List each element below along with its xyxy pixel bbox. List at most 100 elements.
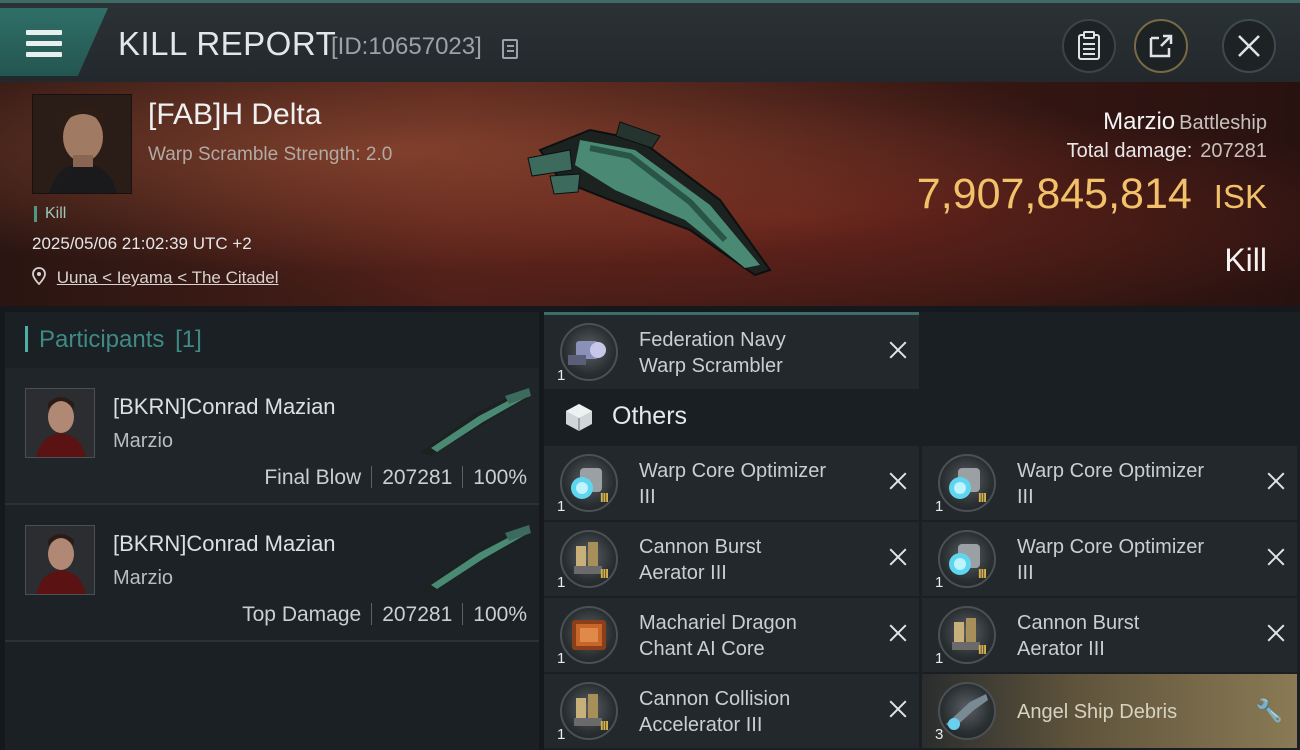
total-damage-value: 207281 — [1200, 140, 1267, 162]
isk-value: 7,907,845,814 ISK — [917, 170, 1267, 219]
cannon-burst-aerator-icon — [560, 530, 618, 588]
item-name-line1: Federation Navy — [639, 329, 786, 351]
victim-ship-name: Marzio — [1103, 108, 1176, 135]
victim-portrait[interactable] — [32, 94, 132, 194]
total-damage: Total damage: 207281 — [1067, 140, 1267, 163]
participants-panel: Participants [1] [BKRN]Conrad Mazian Mar… — [5, 312, 539, 750]
participant-role: Final Blow — [264, 466, 362, 489]
others-label: Others — [612, 402, 688, 430]
cannon-collision-accelerator-icon — [560, 682, 618, 740]
item-name-line1: Cannon Burst — [1017, 612, 1140, 634]
cube-icon — [566, 404, 592, 431]
clipboard-icon — [1078, 31, 1100, 60]
destroyed-icon — [889, 624, 907, 642]
item-slot[interactable]: 1 Machariel Dragon Chant AI Core — [544, 598, 919, 672]
item-name: Cannon Burst Aerator III — [1017, 610, 1247, 662]
item-name-line1: Machariel Dragon — [639, 612, 797, 634]
page-title: KILL REPORT — [118, 25, 337, 62]
participant-role: Top Damage — [242, 603, 362, 626]
item-name-line2: Aerator III — [1017, 638, 1105, 660]
kill-datetime: 2025/05/06 21:02:39 UTC +2 — [32, 234, 252, 253]
item-quantity: 3 — [935, 726, 944, 743]
participant-percent: 100% — [473, 466, 527, 489]
kill-type: Kill — [1224, 242, 1267, 278]
item-tier: III — [600, 718, 609, 733]
item-slot[interactable]: 1 III Warp Core Optimizer III — [922, 446, 1297, 520]
item-name-line2: Accelerator III — [639, 714, 763, 736]
item-name: Angel Ship Debris — [1017, 701, 1178, 723]
item-slot[interactable]: 1 Federation Navy Warp Scrambler — [544, 315, 919, 389]
clipboard-button[interactable] — [1062, 19, 1116, 73]
participant-damage: 207281 — [382, 603, 453, 626]
warp-scramble-strength: Warp Scramble Strength: 2.0 — [148, 144, 393, 165]
items-panel: 1 Federation Navy Warp Scrambler Others 1… — [544, 312, 1300, 750]
item-name: Cannon Collision Accelerator III — [639, 686, 869, 738]
item-name-line1: Cannon Collision — [639, 688, 791, 710]
share-icon — [1149, 34, 1173, 58]
menu-button[interactable] — [0, 8, 108, 76]
warp-core-optimizer-icon — [560, 454, 618, 512]
participant-ship: Marzio — [113, 567, 174, 589]
kill-banner: [FAB]H Delta Warp Scramble Strength: 2.0… — [0, 82, 1300, 306]
participant-avatar — [25, 525, 95, 595]
item-name-line2: Warp Scrambler — [639, 355, 783, 377]
kill-tag: Kill — [34, 206, 66, 222]
participant-percent: 100% — [473, 603, 527, 626]
participant-name: [BKRN]Conrad Mazian — [113, 394, 336, 419]
item-quantity: 1 — [557, 574, 566, 591]
item-name: Warp Core Optimizer III — [639, 458, 869, 510]
item-slot[interactable]: 3 Angel Ship Debris 🔧 — [922, 674, 1297, 748]
participants-label: Participants — [39, 326, 165, 353]
item-name-line1: Warp Core Optimizer — [1017, 460, 1205, 482]
item-slot[interactable]: 1 III Cannon Collision Accelerator III — [544, 674, 919, 748]
copy-icon[interactable] — [502, 39, 518, 59]
item-name-line1: Warp Core Optimizer — [1017, 536, 1205, 558]
menu-icon — [26, 30, 62, 58]
isk-amount: 7,907,845,814 — [916, 170, 1192, 218]
ai-core-icon — [560, 606, 618, 664]
item-name: Machariel Dragon Chant AI Core — [639, 610, 869, 662]
isk-unit: ISK — [1213, 178, 1267, 215]
top-bar: KILL REPORT [ID:10657023] — [0, 0, 1300, 82]
item-tier: III — [978, 642, 987, 657]
item-tier: III — [978, 566, 987, 581]
item-quantity: 1 — [935, 650, 944, 667]
close-button[interactable] — [1222, 19, 1276, 73]
participant-ship-image — [421, 388, 531, 456]
kill-location: Uuna < Ieyama < The Citadel — [32, 267, 279, 288]
participants-header: Participants [1] — [5, 312, 539, 368]
destroyed-icon — [1267, 548, 1285, 566]
report-id: [ID:10657023] — [331, 33, 482, 60]
item-name-line2: III — [1017, 486, 1034, 508]
warp-scrambler-icon — [560, 323, 618, 381]
close-icon — [1238, 35, 1260, 57]
participants-count: [1] — [175, 326, 202, 353]
item-slot[interactable]: 1 III Warp Core Optimizer III — [544, 446, 919, 520]
item-quantity: 1 — [557, 367, 566, 384]
share-button[interactable] — [1134, 19, 1188, 73]
participant-stats: Final Blow 207281 100% — [264, 466, 527, 490]
victim-avatar — [33, 95, 131, 193]
warp-core-optimizer-icon — [938, 530, 996, 588]
item-name-line1: Cannon Burst — [639, 536, 762, 558]
participant-avatar — [25, 388, 95, 458]
participant-row[interactable]: [BKRN]Conrad Mazian Marzio Final Blow 207… — [5, 368, 539, 505]
item-slot[interactable]: 1 III Cannon Burst Aerator III — [544, 522, 919, 596]
item-name: Federation Navy Warp Scrambler — [639, 327, 869, 379]
item-quantity: 1 — [557, 498, 566, 515]
participant-row[interactable]: [BKRN]Conrad Mazian Marzio Top Damage 207… — [5, 505, 539, 642]
item-tier: III — [600, 566, 609, 581]
others-section-header: Others — [544, 390, 919, 446]
item-quantity: 1 — [935, 498, 944, 515]
location-link[interactable]: Uuna < Ieyama < The Citadel — [57, 268, 279, 287]
item-quantity: 1 — [557, 726, 566, 743]
destroyed-icon — [889, 700, 907, 718]
wrench-icon[interactable]: 🔧 — [1256, 698, 1283, 724]
victim-ship-class: Battleship — [1179, 112, 1267, 134]
item-slot[interactable]: 1 III Cannon Burst Aerator III — [922, 598, 1297, 672]
destroyed-icon — [889, 548, 907, 566]
participant-stats: Top Damage 207281 100% — [242, 603, 527, 627]
item-tier: III — [978, 490, 987, 505]
item-slot[interactable]: 1 III Warp Core Optimizer III — [922, 522, 1297, 596]
ship-debris-icon — [938, 682, 996, 740]
